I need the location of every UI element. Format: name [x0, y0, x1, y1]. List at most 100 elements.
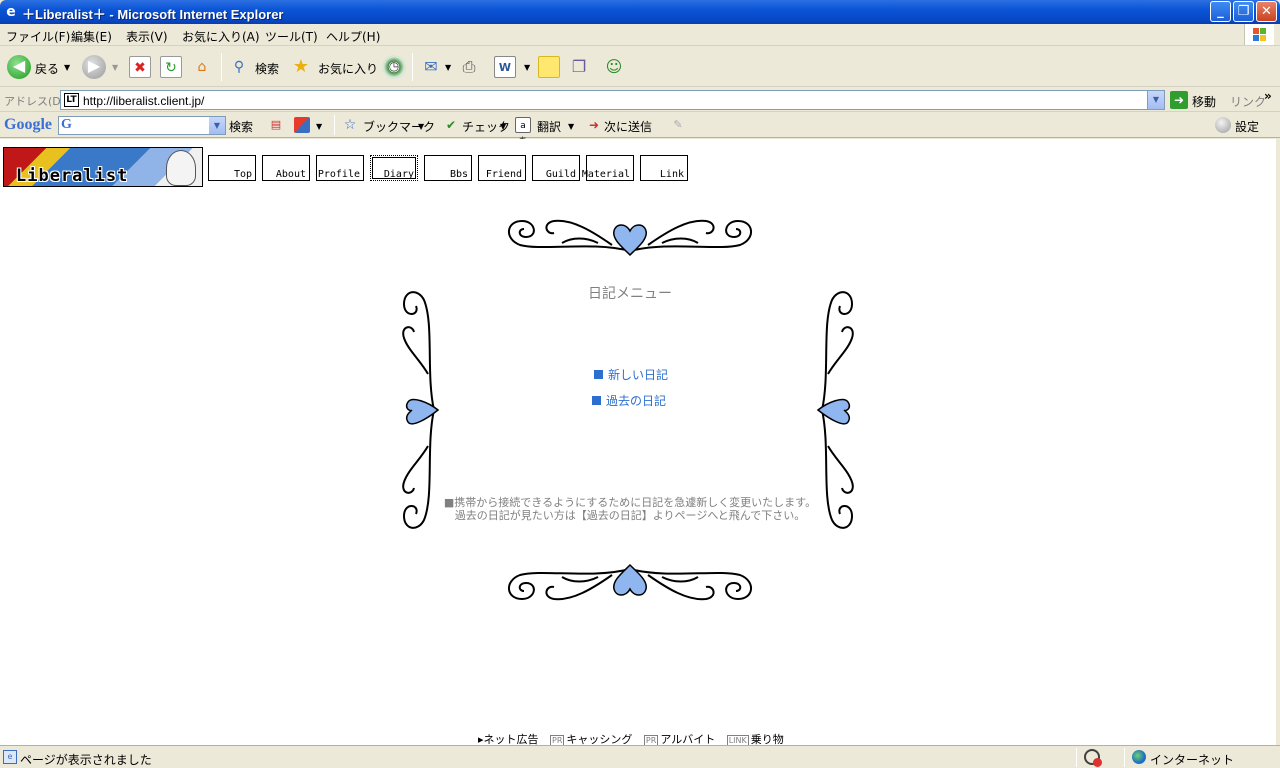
- top-ornament: [508, 219, 752, 257]
- google-search-button[interactable]: 検索: [229, 118, 253, 135]
- check-dropdown-icon[interactable]: ▼: [500, 122, 506, 131]
- ad-links: ▸ネット広告 PR キャッシング PR アルバイト LINK 乗り物: [478, 731, 784, 745]
- settings-button[interactable]: 設定: [1235, 118, 1259, 135]
- nav-friend-label: Friend: [485, 169, 522, 180]
- menu-edit[interactable]: 編集(E): [71, 28, 112, 45]
- menu-view[interactable]: 表示(V): [126, 28, 168, 45]
- nav-diary[interactable]: Diary: [370, 155, 418, 181]
- nav-diary-label: Diary: [383, 169, 414, 180]
- spellcheck-icon[interactable]: ✔: [443, 117, 459, 133]
- address-url[interactable]: http://liberalist.client.jp/: [83, 94, 204, 108]
- new-diary-link[interactable]: 新しい日記: [594, 366, 668, 383]
- notice-line-1: ■携帯から接続できるようにするために日記を急遽新しく変更いたします。: [443, 496, 817, 509]
- stop-icon[interactable]: ✖: [129, 56, 151, 78]
- links-more-icon[interactable]: »: [1264, 89, 1272, 103]
- banner-character-icon: [166, 150, 196, 186]
- go-button[interactable]: 移動: [1192, 93, 1216, 110]
- google-g-icon[interactable]: G: [61, 117, 72, 133]
- go-arrow-icon[interactable]: ➜: [1170, 91, 1188, 109]
- menu-file[interactable]: ファイル(F): [6, 28, 70, 45]
- popup-dropdown-icon[interactable]: ▼: [316, 122, 322, 131]
- bookmark-dropdown-icon[interactable]: ▼: [418, 122, 424, 131]
- notes-icon[interactable]: [538, 56, 560, 78]
- ad-link-vehicles[interactable]: 乗り物: [751, 733, 784, 745]
- news-icon[interactable]: ▤: [268, 117, 284, 133]
- bookmark-button[interactable]: ブックマーク: [363, 118, 435, 135]
- site-banner[interactable]: Liberalist: [3, 147, 203, 187]
- menu-bar: ファイル(F) 編集(E) 表示(V) お気に入り(A) ツール(T) ヘルプ(…: [0, 24, 1280, 46]
- google-toolbar: Google G ▼ 検索 ▤ ▼ ☆ ブックマーク ▼ ✔ チェック ▼ aあ…: [0, 113, 1280, 147]
- page-done-icon: e: [3, 750, 17, 764]
- nav-bbs[interactable]: Bbs: [424, 155, 472, 181]
- messenger-icon[interactable]: ☺: [603, 56, 625, 78]
- square-bullet-icon: [594, 370, 603, 379]
- nav-guild[interactable]: Guild: [532, 155, 580, 181]
- home-icon[interactable]: ⌂: [191, 56, 213, 78]
- translate-button[interactable]: 翻訳: [537, 118, 561, 135]
- search-icon[interactable]: ⚲: [228, 56, 250, 78]
- nav-link-label: Link: [659, 169, 684, 180]
- send-to-icon[interactable]: ➜: [586, 117, 602, 133]
- highlight-icon[interactable]: ✎: [670, 117, 686, 133]
- close-button[interactable]: ✕: [1256, 1, 1277, 22]
- print-icon[interactable]: ⎙: [458, 56, 480, 78]
- mail-icon[interactable]: ✉: [420, 56, 442, 78]
- links-label[interactable]: リンク: [1230, 93, 1266, 110]
- minimize-button[interactable]: _: [1210, 1, 1231, 22]
- past-diary-link-label[interactable]: 過去の日記: [606, 394, 666, 408]
- ad-link-arubaito[interactable]: アルバイト: [660, 733, 715, 745]
- back-icon[interactable]: ◀: [7, 55, 31, 79]
- popup-blocker-icon[interactable]: [294, 117, 310, 133]
- square-bullet-icon: [592, 396, 601, 405]
- menu-favorites[interactable]: お気に入り(A): [182, 28, 260, 45]
- nav-bbs-label: Bbs: [449, 169, 468, 180]
- google-logo[interactable]: Google: [4, 116, 52, 134]
- notice-line-2: 過去の日記が見たい方は【過去の日記】よりページへと飛んで下さい。: [454, 509, 806, 522]
- bookmark-star-icon[interactable]: ☆: [342, 117, 358, 133]
- ad-link-caching[interactable]: キャッシング: [566, 733, 632, 745]
- research-icon[interactable]: ❐: [568, 56, 590, 78]
- address-label: アドレス(D): [4, 95, 66, 108]
- favorites-label[interactable]: お気に入り: [318, 60, 378, 77]
- refresh-icon[interactable]: ↻: [160, 56, 182, 78]
- menu-tools[interactable]: ツール(T): [265, 28, 318, 45]
- nav-friend[interactable]: Friend: [478, 155, 526, 181]
- nav-about[interactable]: About: [262, 155, 310, 181]
- settings-icon[interactable]: [1215, 117, 1231, 133]
- nav-profile-label: Profile: [317, 169, 360, 180]
- status-text: ページが表示されました: [20, 753, 152, 767]
- edit-icon[interactable]: W: [494, 56, 516, 78]
- vertical-scrollbar[interactable]: [1276, 139, 1280, 745]
- translate-dropdown-icon[interactable]: ▼: [568, 122, 574, 131]
- forward-dropdown-icon[interactable]: ▼: [112, 63, 118, 72]
- nav-about-label: About: [275, 169, 306, 180]
- past-diary-link[interactable]: 過去の日記: [592, 392, 666, 409]
- mail-dropdown-icon[interactable]: ▼: [445, 63, 451, 72]
- ad-tag: PR: [643, 735, 659, 745]
- nav-material-label: Material: [581, 169, 630, 180]
- ad-lead[interactable]: ネット広告: [484, 733, 539, 745]
- nav-top[interactable]: Top: [208, 155, 256, 181]
- menu-help[interactable]: ヘルプ(H): [326, 28, 380, 45]
- status-bar: e ページが表示されました インターネット: [0, 745, 1280, 768]
- address-dropdown-icon[interactable]: ▼: [1147, 91, 1164, 109]
- new-diary-link-label[interactable]: 新しい日記: [608, 368, 668, 382]
- nav-material[interactable]: Material: [582, 155, 634, 181]
- history-icon[interactable]: ◷: [382, 55, 406, 79]
- google-search-dropdown-icon[interactable]: ▼: [209, 117, 225, 134]
- privacy-report-icon[interactable]: [1084, 749, 1102, 767]
- favorites-icon[interactable]: ★: [290, 56, 312, 78]
- forward-icon[interactable]: ▶: [82, 55, 106, 79]
- address-input[interactable]: LT http://liberalist.client.jp/ ▼: [60, 90, 1165, 110]
- google-search-input[interactable]: G ▼: [58, 116, 226, 135]
- translate-icon[interactable]: aあ: [515, 117, 531, 147]
- edit-dropdown-icon[interactable]: ▼: [524, 63, 530, 72]
- back-dropdown-icon[interactable]: ▼: [64, 63, 70, 72]
- nav-link[interactable]: Link: [640, 155, 688, 181]
- send-to-button[interactable]: 次に送信: [604, 118, 652, 135]
- address-bar: アドレス(D) LT http://liberalist.client.jp/ …: [0, 88, 1280, 112]
- nav-profile[interactable]: Profile: [316, 155, 364, 181]
- back-label[interactable]: 戻る: [35, 60, 59, 77]
- restore-button[interactable]: ❐: [1233, 1, 1254, 22]
- search-label[interactable]: 検索: [255, 60, 279, 77]
